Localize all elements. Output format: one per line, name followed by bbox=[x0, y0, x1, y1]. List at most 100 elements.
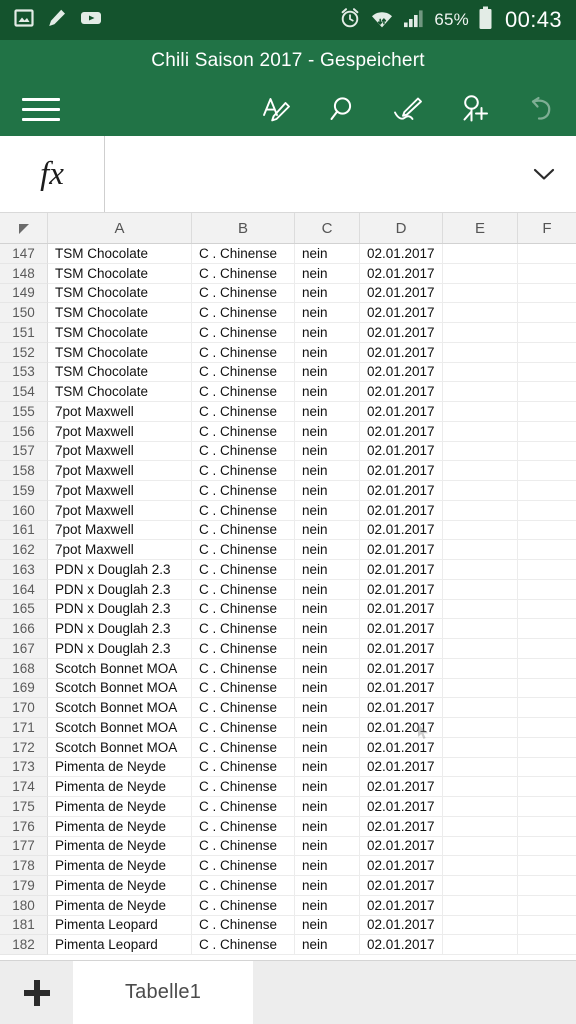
cell-b170[interactable]: C . Chinense bbox=[192, 698, 295, 718]
table-row[interactable]: 160 7pot Maxwell C . Chinense nein 02.01.201… bbox=[0, 500, 576, 521]
cell-a176[interactable]: Pimenta de Neyde bbox=[48, 816, 192, 837]
cell-d158[interactable]: 02.01.2017 bbox=[360, 461, 443, 481]
cell-c172[interactable]: nein bbox=[295, 737, 360, 758]
row-header[interactable]: 156 bbox=[0, 421, 48, 442]
cell-a174[interactable]: Pimenta de Neyde bbox=[48, 777, 192, 797]
cell-b172[interactable]: C . Chinense bbox=[192, 737, 295, 758]
cell-b167[interactable]: C . Chinense bbox=[192, 639, 295, 659]
table-row[interactable]: 170 Scotch Bonnet MOA C . Chinense nein 02.0… bbox=[0, 698, 576, 718]
cell-a155[interactable]: 7pot Maxwell bbox=[48, 402, 192, 422]
person-add-icon[interactable] bbox=[454, 87, 494, 131]
cell-a153[interactable]: TSM Chocolate bbox=[48, 362, 192, 383]
cell-c150[interactable]: nein bbox=[295, 303, 360, 323]
cell-e153[interactable] bbox=[443, 362, 518, 383]
row-header[interactable]: 178 bbox=[0, 856, 48, 876]
column-header-e[interactable]: E bbox=[443, 213, 518, 243]
cell-c154[interactable]: nein bbox=[295, 382, 360, 402]
cell-a163[interactable]: PDN x Douglah 2.3 bbox=[48, 560, 192, 580]
table-row[interactable]: 151 TSM Chocolate C . Chinense nein 02.01.20… bbox=[0, 323, 576, 343]
cell-d169[interactable]: 02.01.2017 bbox=[360, 678, 443, 699]
cell-c179[interactable]: nein bbox=[295, 876, 360, 896]
cell-c152[interactable]: nein bbox=[295, 342, 360, 363]
cell-e149[interactable] bbox=[443, 283, 518, 304]
column-header-b[interactable]: B bbox=[192, 213, 295, 243]
cell-a147[interactable]: TSM Chocolate bbox=[48, 244, 192, 264]
table-row[interactable]: 171 Scotch Bonnet MOA C . Chinense nein 02.0… bbox=[0, 718, 576, 738]
row-header[interactable]: 149 bbox=[0, 283, 48, 304]
cell-f156[interactable] bbox=[518, 422, 576, 442]
cell-d180[interactable]: 02.01.2017 bbox=[360, 895, 443, 916]
cell-b180[interactable]: C . Chinense bbox=[192, 895, 295, 916]
cell-a161[interactable]: 7pot Maxwell bbox=[48, 520, 192, 541]
cell-b178[interactable]: C . Chinense bbox=[192, 856, 295, 876]
cell-e158[interactable] bbox=[443, 461, 518, 481]
row-header[interactable]: 177 bbox=[0, 836, 48, 857]
cell-e165[interactable] bbox=[443, 599, 518, 620]
cell-f180[interactable] bbox=[518, 896, 576, 916]
cell-a173[interactable]: Pimenta de Neyde bbox=[48, 757, 192, 778]
cell-f155[interactable] bbox=[518, 402, 576, 422]
cell-d155[interactable]: 02.01.2017 bbox=[360, 402, 443, 422]
cell-f166[interactable] bbox=[518, 619, 576, 639]
row-header[interactable]: 161 bbox=[0, 520, 48, 541]
cell-c156[interactable]: nein bbox=[295, 421, 360, 442]
cell-c177[interactable]: nein bbox=[295, 836, 360, 857]
table-row[interactable]: 174 Pimenta de Neyde C . Chinense nein 02.01… bbox=[0, 777, 576, 797]
cell-a169[interactable]: Scotch Bonnet MOA bbox=[48, 678, 192, 699]
cell-c157[interactable]: nein bbox=[295, 441, 360, 462]
cell-c162[interactable]: nein bbox=[295, 540, 360, 560]
cell-a160[interactable]: 7pot Maxwell bbox=[48, 500, 192, 521]
row-header[interactable]: 153 bbox=[0, 362, 48, 383]
cell-b173[interactable]: C . Chinense bbox=[192, 757, 295, 778]
cell-e151[interactable] bbox=[443, 323, 518, 343]
column-header-c[interactable]: C bbox=[295, 213, 360, 243]
cell-e182[interactable] bbox=[443, 935, 518, 955]
row-header[interactable]: 172 bbox=[0, 737, 48, 758]
cell-b156[interactable]: C . Chinense bbox=[192, 421, 295, 442]
cell-c164[interactable]: nein bbox=[295, 579, 360, 600]
table-row[interactable]: 172 Scotch Bonnet MOA C . Chinense nein 02.0… bbox=[0, 737, 576, 758]
edit-pencil-icon[interactable] bbox=[256, 87, 296, 131]
formula-input[interactable] bbox=[105, 136, 512, 212]
column-header-a[interactable]: A bbox=[48, 213, 192, 243]
row-header[interactable]: 171 bbox=[0, 718, 48, 738]
cell-b175[interactable]: C . Chinense bbox=[192, 797, 295, 817]
cell-d173[interactable]: 02.01.2017 bbox=[360, 757, 443, 778]
row-header[interactable]: 155 bbox=[0, 402, 48, 422]
cell-f176[interactable] bbox=[518, 817, 576, 837]
cell-c174[interactable]: nein bbox=[295, 777, 360, 797]
cell-f169[interactable] bbox=[518, 679, 576, 699]
cell-c181[interactable]: nein bbox=[295, 915, 360, 936]
cell-d167[interactable]: 02.01.2017 bbox=[360, 639, 443, 659]
row-header[interactable]: 150 bbox=[0, 303, 48, 323]
table-row[interactable]: 182 Pimenta Leopard C . Chinense nein 02.01.… bbox=[0, 935, 576, 955]
row-header[interactable]: 176 bbox=[0, 816, 48, 837]
cell-d149[interactable]: 02.01.2017 bbox=[360, 283, 443, 304]
cell-b153[interactable]: C . Chinense bbox=[192, 362, 295, 383]
cell-b157[interactable]: C . Chinense bbox=[192, 441, 295, 462]
cell-e169[interactable] bbox=[443, 678, 518, 699]
cell-b162[interactable]: C . Chinense bbox=[192, 540, 295, 560]
cell-a152[interactable]: TSM Chocolate bbox=[48, 342, 192, 363]
cell-b152[interactable]: C . Chinense bbox=[192, 342, 295, 363]
cell-e160[interactable] bbox=[443, 500, 518, 521]
cell-b151[interactable]: C . Chinense bbox=[192, 323, 295, 343]
cell-e177[interactable] bbox=[443, 836, 518, 857]
cell-a158[interactable]: 7pot Maxwell bbox=[48, 461, 192, 481]
cell-a181[interactable]: Pimenta Leopard bbox=[48, 915, 192, 936]
cell-a168[interactable]: Scotch Bonnet MOA bbox=[48, 658, 192, 679]
cell-b154[interactable]: C . Chinense bbox=[192, 382, 295, 402]
cell-d168[interactable]: 02.01.2017 bbox=[360, 658, 443, 679]
cell-d166[interactable]: 02.01.2017 bbox=[360, 619, 443, 639]
add-sheet-button[interactable] bbox=[0, 961, 73, 1024]
table-row[interactable]: 166 PDN x Douglah 2.3 C . Chinense nein 02.0… bbox=[0, 619, 576, 639]
table-row[interactable]: 152 TSM Chocolate C . Chinense nein 02.01.20… bbox=[0, 342, 576, 363]
cell-c182[interactable]: nein bbox=[295, 935, 360, 955]
row-header[interactable]: 170 bbox=[0, 698, 48, 718]
row-header[interactable]: 179 bbox=[0, 876, 48, 896]
cell-d161[interactable]: 02.01.2017 bbox=[360, 520, 443, 541]
cell-a170[interactable]: Scotch Bonnet MOA bbox=[48, 698, 192, 718]
table-row[interactable]: 175 Pimenta de Neyde C . Chinense nein 02.01… bbox=[0, 797, 576, 817]
cell-c167[interactable]: nein bbox=[295, 639, 360, 659]
row-header[interactable]: 181 bbox=[0, 915, 48, 936]
